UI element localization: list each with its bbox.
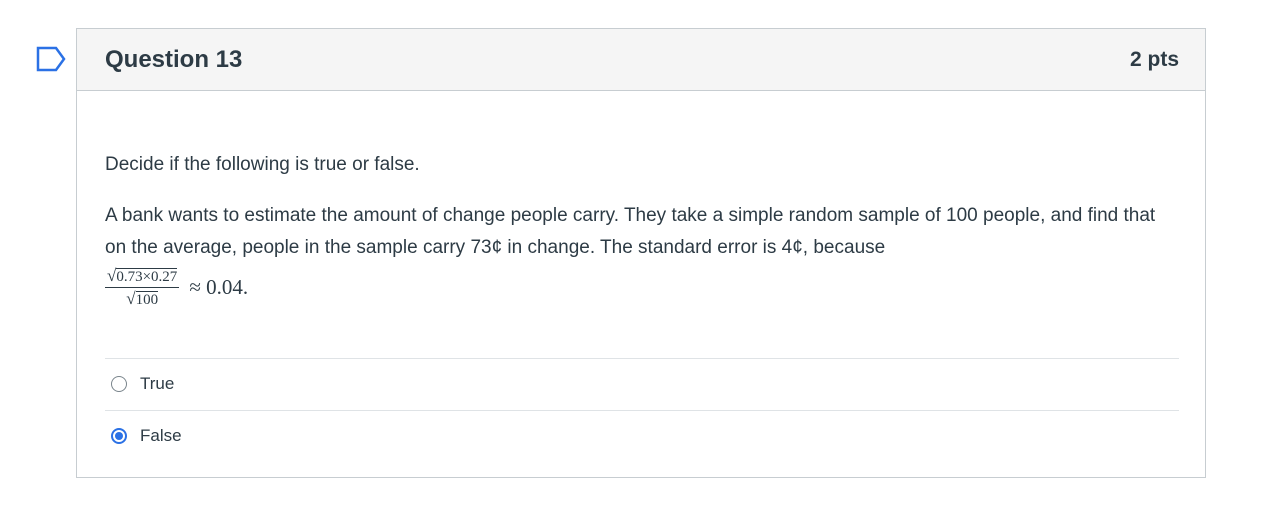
question-intro: Decide if the following is true or false… [105,154,420,175]
answer-option-true[interactable]: True [105,359,1179,411]
answer-label: False [140,426,182,446]
formula-fraction: √ 0.73×0.27 √ 100 [105,267,180,308]
formula-result: ≈ 0.04. [189,275,249,300]
radio-false[interactable] [111,428,127,445]
answer-list: True False [105,357,1179,462]
answer-option-false[interactable]: False [105,411,1179,462]
formula-numerator: √ 0.73×0.27 [105,267,179,287]
formula-denominator: √ 100 [124,288,160,308]
question-points: 2 pts [1129,47,1179,71]
sqrt-sign: √ [126,289,136,309]
radio-true[interactable] [111,376,127,393]
standard-error-formula: √ 0.73×0.27 √ 100 ≈ 0.04. [105,262,1179,314]
quiz-page: Question 13 2 pts Decide if the followin… [0,0,1272,510]
numerator-radicand: 0.73×0.27 [116,268,178,286]
question-card: Question 13 2 pts Decide if the followin… [76,28,1206,478]
question-body: Decide if the following is true or false… [77,153,1205,462]
question-text: A bank wants to estimate the amount of c… [105,204,1156,258]
question-title: Question 13 [105,45,243,73]
denominator-radicand: 100 [135,291,159,309]
answer-label: True [140,374,175,394]
flag-question-icon[interactable] [36,46,66,72]
sqrt-sign: √ [107,266,117,286]
question-header: Question 13 2 pts [77,29,1205,91]
